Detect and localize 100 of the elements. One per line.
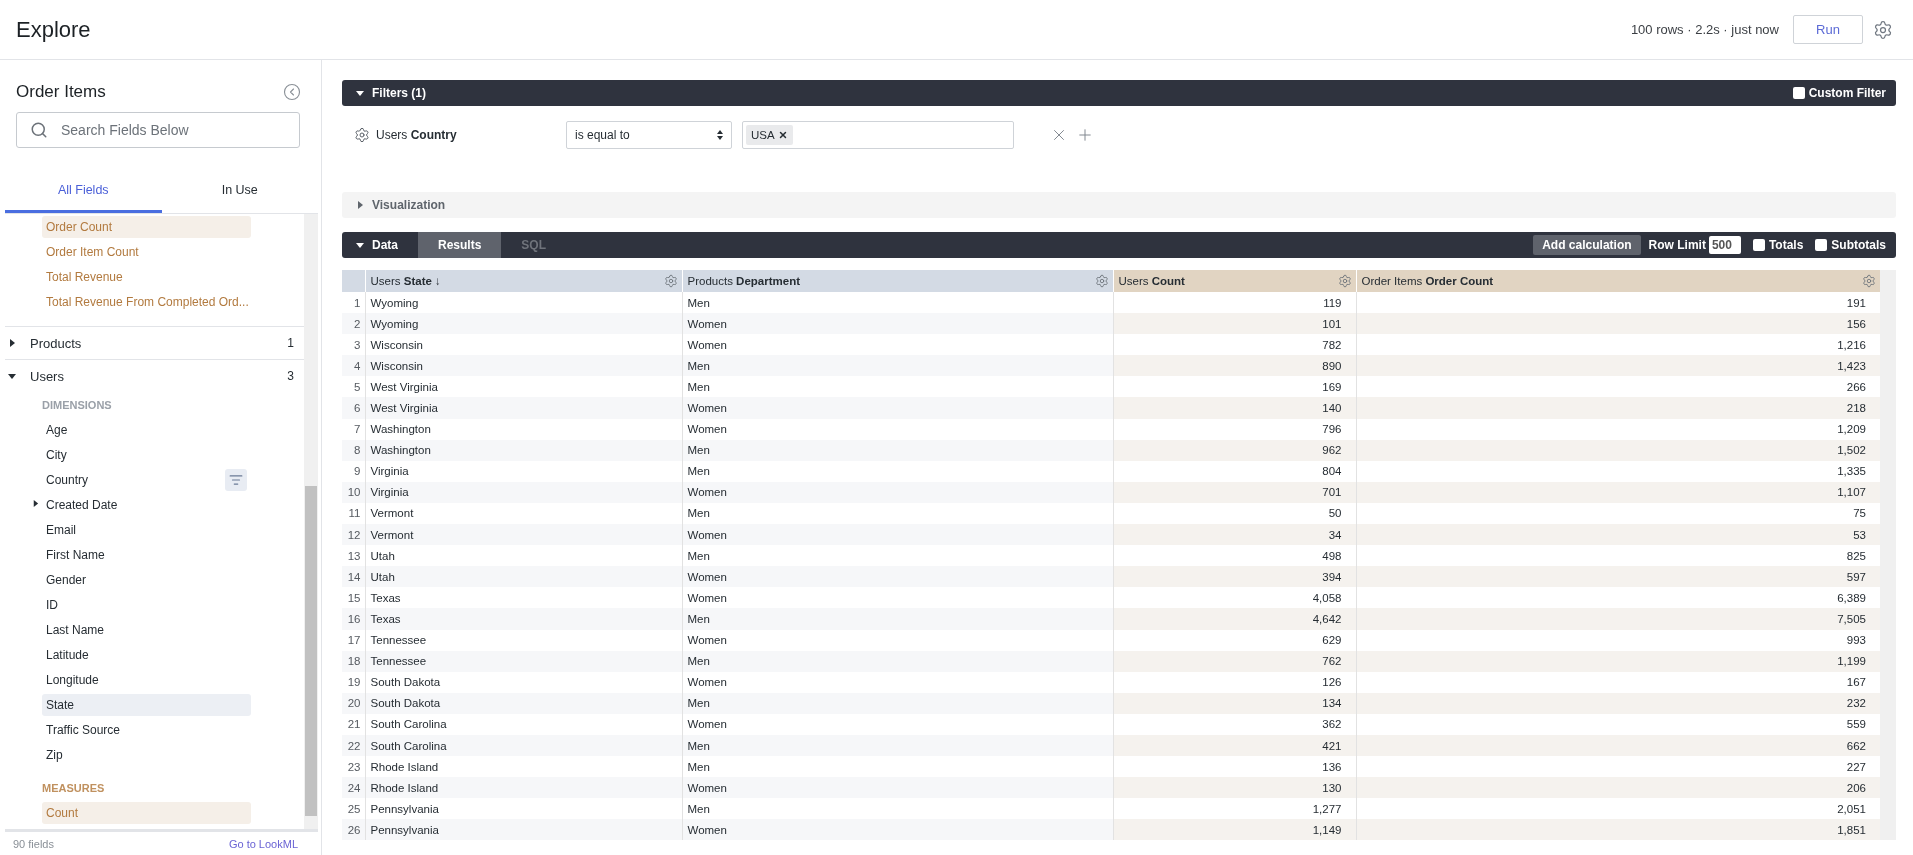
field-item[interactable]: Traffic Source: [42, 718, 251, 741]
checkbox[interactable]: [1752, 239, 1765, 251]
table-cell: Pennsylvania: [365, 798, 682, 820]
row-number: 3: [342, 334, 365, 356]
table-cell: Virginia: [365, 481, 682, 503]
field-tab[interactable]: All Fields: [5, 170, 162, 213]
value-field[interactable]: USA: [742, 121, 1014, 149]
operator-select[interactable]: is equal to: [566, 121, 732, 149]
checkbox[interactable]: [1792, 87, 1805, 99]
column-header[interactable]: Products Department: [682, 270, 1113, 292]
field-item[interactable]: Country: [42, 468, 251, 491]
field-item[interactable]: Last Name: [42, 618, 251, 641]
row-number: 14: [342, 566, 365, 588]
checkbox[interactable]: [1815, 239, 1828, 251]
run-button[interactable]: Run: [1793, 15, 1863, 44]
search-field[interactable]: Search Fields Below: [16, 112, 300, 148]
table-cell: 2,051: [1356, 798, 1880, 820]
data-tab[interactable]: Results: [418, 232, 502, 258]
row-number: 22: [342, 734, 365, 757]
table-cell: Wyoming: [365, 292, 682, 314]
table-cell: 804: [1113, 460, 1356, 482]
field-item[interactable]: Created Date: [42, 493, 251, 516]
data-title: Data: [372, 238, 399, 252]
table-cell: Vermont: [365, 524, 682, 546]
settings-icon[interactable]: [1337, 274, 1352, 288]
caret-right-icon[interactable]: [8, 339, 16, 347]
column-title: Users State ↓: [370, 275, 441, 287]
lookml-link[interactable]: Go to LookML: [228, 837, 298, 850]
field-item[interactable]: Email: [42, 518, 251, 541]
field-item[interactable]: Total Revenue From Completed Ord...: [42, 290, 253, 313]
field-item[interactable]: State: [42, 693, 251, 716]
row-number: 5: [342, 376, 365, 398]
table-cell: 101: [1113, 313, 1356, 335]
table-cell: West Virginia: [365, 376, 682, 398]
field-item[interactable]: Total Revenue: [42, 265, 251, 288]
filters-title: Filters (1): [372, 86, 426, 100]
table-cell: Women: [682, 418, 1113, 440]
column-header[interactable]: Users Count: [1113, 270, 1356, 292]
field-item[interactable]: Zip: [42, 743, 251, 766]
table-cell: Men: [682, 650, 1113, 672]
totals-checkbox[interactable]: Totals: [1752, 238, 1804, 252]
scrollbar[interactable]: [304, 214, 318, 829]
column-header[interactable]: Users State ↓: [365, 270, 682, 292]
row-number: 6: [342, 397, 365, 419]
table-cell: Texas: [365, 587, 682, 609]
custom-filter-checkbox[interactable]: Custom Filter: [1792, 86, 1886, 100]
table-cell: Men: [682, 460, 1113, 482]
settings-icon[interactable]: [1862, 274, 1876, 288]
settings-icon[interactable]: [663, 274, 678, 288]
field-item[interactable]: City: [42, 443, 251, 466]
settings-icon[interactable]: [354, 127, 370, 143]
field-item[interactable]: ID: [42, 593, 251, 616]
field-item[interactable]: Order Item Count: [42, 240, 251, 263]
table-cell: 1,209: [1356, 418, 1880, 440]
row-number: 12: [342, 524, 365, 546]
section-label: DIMENSIONS: [41, 397, 113, 413]
table-cell: Vermont: [365, 502, 682, 525]
caret-down-icon[interactable]: [356, 89, 364, 97]
row-limit-field[interactable]: 500: [1708, 236, 1741, 254]
settings-icon[interactable]: [1873, 19, 1893, 40]
subtotals-checkbox[interactable]: Subtotals: [1815, 238, 1886, 252]
column-header[interactable]: Order Items Order Count: [1356, 270, 1880, 292]
field-item[interactable]: Longitude: [42, 668, 251, 691]
field-item[interactable]: Latitude: [42, 643, 251, 666]
table-cell: 962: [1113, 439, 1356, 461]
table-cell: 1,149: [1113, 819, 1356, 841]
caret-right-icon[interactable]: [32, 500, 39, 507]
value-chip[interactable]: USA: [746, 125, 793, 145]
table-cell: Utah: [365, 545, 682, 567]
table-cell: Wisconsin: [365, 334, 682, 356]
field-item[interactable]: Age: [42, 418, 251, 441]
row-number: 7: [342, 418, 365, 440]
table-cell: Men: [682, 502, 1113, 525]
field-count: 3: [287, 369, 294, 383]
field-item[interactable]: Gender: [42, 568, 251, 591]
row-number: 2: [342, 313, 365, 335]
remove-icon: [777, 130, 788, 140]
table-cell: 4,058: [1113, 587, 1356, 609]
table-cell: 1,107: [1356, 481, 1880, 503]
data-bar[interactable]: Data Results SQL Add calculation Row Limit 500 Totals Subtotals: [342, 232, 1896, 258]
caret-down-icon[interactable]: [8, 372, 16, 380]
field-item[interactable]: First Name: [42, 543, 251, 566]
field-tab[interactable]: In Use: [161, 170, 318, 213]
table-cell: Women: [682, 777, 1113, 799]
caret-down-icon[interactable]: [356, 241, 364, 249]
add-calculation-button[interactable]: Add calculation: [1533, 235, 1641, 255]
view-name[interactable]: Users: [30, 368, 288, 384]
table-cell: South Dakota: [365, 692, 682, 714]
settings-icon[interactable]: [1094, 274, 1109, 288]
filters-bar[interactable]: Filters (1) Custom Filter: [342, 80, 1896, 106]
scrollbar[interactable]: [1880, 270, 1896, 841]
table-cell: West Virginia: [365, 397, 682, 419]
view-name[interactable]: Products: [30, 335, 288, 351]
table-cell: Washington: [365, 418, 682, 440]
table-cell: Rhode Island: [365, 777, 682, 799]
visualization-bar[interactable]: Visualization: [342, 192, 1896, 218]
collapse-icon[interactable]: [283, 83, 301, 101]
query-status: 100 rows · 2.2s · just now: [1630, 22, 1779, 37]
table-cell: Men: [682, 692, 1113, 714]
table-cell: Women: [682, 629, 1113, 651]
